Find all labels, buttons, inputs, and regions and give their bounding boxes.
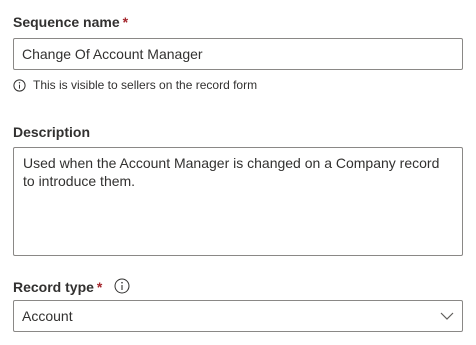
sequence-name-input[interactable]: Change Of Account Manager: [13, 38, 463, 70]
record-type-label: Record type *: [13, 279, 102, 295]
sequence-name-label-text: Sequence name: [13, 14, 120, 30]
required-marker: *: [96, 279, 103, 295]
required-marker: *: [122, 14, 129, 30]
info-icon[interactable]: [114, 278, 130, 294]
record-type-label-text: Record type: [13, 279, 94, 295]
sequence-form: Sequence name * Change Of Account Manager…: [0, 0, 476, 345]
description-textarea[interactable]: Used when the Account Manager is changed…: [13, 147, 463, 256]
sequence-name-hint: This is visible to sellers on the record…: [13, 78, 257, 92]
info-icon: [13, 78, 26, 92]
record-type-select[interactable]: Account: [13, 300, 463, 332]
description-label: Description: [13, 124, 91, 140]
hint-text: This is visible to sellers on the record…: [33, 78, 258, 92]
chevron-down-icon: [440, 312, 454, 320]
sequence-name-label: Sequence name *: [13, 14, 128, 30]
record-type-selected-value: Account: [22, 308, 73, 324]
